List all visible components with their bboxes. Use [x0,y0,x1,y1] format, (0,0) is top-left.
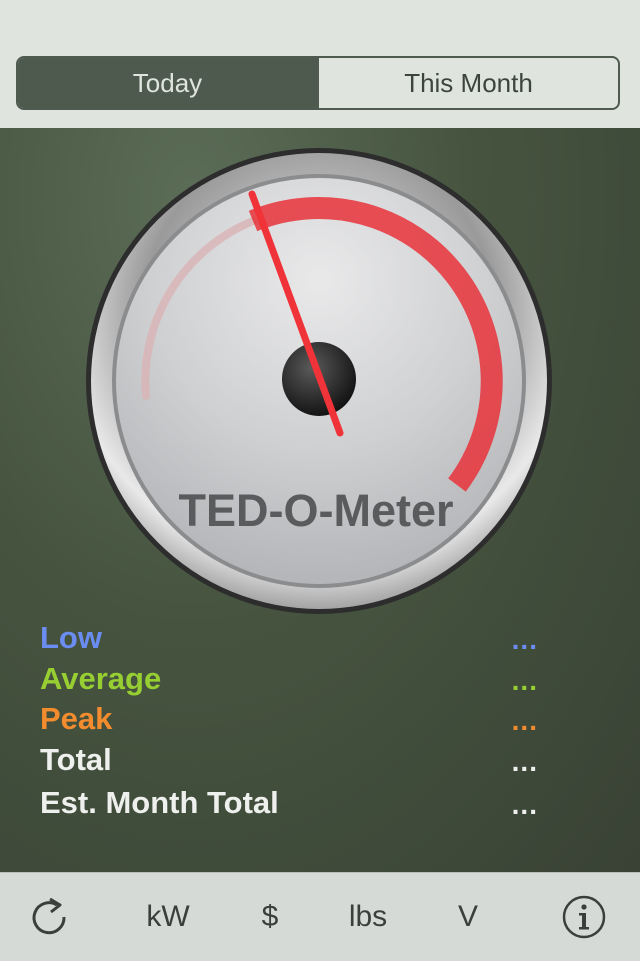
stat-value: ... [511,665,538,696]
stat-row: Average... [40,659,560,701]
bottom-toolbar: kW $ lbs V [0,872,640,961]
ted-o-meter-gauge: TED-O-Meter [86,148,552,614]
status-bar-area [0,0,640,40]
kw-button[interactable]: kW [128,873,208,961]
stat-row: Est. Month Total... [40,783,560,825]
stat-label: Total [40,742,112,777]
refresh-icon [32,897,66,935]
period-segmented-control[interactable]: Today This Month [16,56,620,110]
stat-label: Average [40,661,162,696]
lbs-button[interactable]: lbs [330,873,406,961]
stat-row: Peak... [40,699,560,741]
dollar-button[interactable]: $ [240,873,300,961]
info-button[interactable] [556,873,612,961]
stat-label: Low [40,620,102,655]
tab-this-month[interactable]: This Month [317,58,618,108]
stat-row: Low... [40,618,560,660]
volt-button[interactable]: V [440,873,496,961]
stat-label: Est. Month Total [40,785,279,820]
stat-value: ... [511,624,538,655]
gauge-title: TED-O-Meter [178,485,453,536]
tab-today[interactable]: Today [18,58,317,108]
stat-value: ... [511,789,538,820]
stat-row: Total... [40,740,560,782]
stat-value: ... [511,705,538,736]
info-icon [562,895,606,939]
stat-value: ... [511,746,538,777]
stat-label: Peak [40,701,113,736]
refresh-button[interactable] [20,873,80,961]
